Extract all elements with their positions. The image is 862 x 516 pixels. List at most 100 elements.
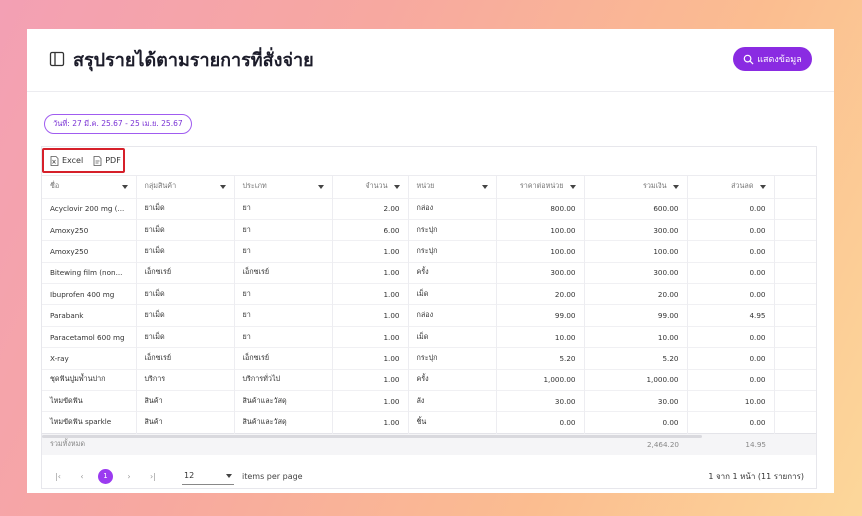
search-icon bbox=[743, 54, 754, 65]
table-cell: กระปุก bbox=[408, 347, 497, 370]
sort-caret-icon[interactable] bbox=[759, 184, 766, 189]
report-panel: สรุปรายได้ตามรายการที่สั่งจ่าย แสดงข้อมู… bbox=[27, 29, 834, 493]
table-row[interactable]: ชุดฟันปูมพ้ำนปาก บริการ บริการทั่วไป 1.00 คร… bbox=[42, 368, 816, 391]
sort-caret-icon[interactable] bbox=[219, 184, 226, 189]
table-cell: เอ็กซเรย์ bbox=[136, 261, 235, 284]
table-cell: 2.00 bbox=[332, 197, 409, 220]
sort-caret-icon[interactable] bbox=[672, 184, 679, 189]
table-cell-filler bbox=[774, 411, 816, 434]
page-button-current[interactable]: 1 bbox=[98, 468, 113, 484]
items-per-page-value: 12 bbox=[184, 471, 195, 480]
table-cell: 6.00 bbox=[332, 218, 409, 241]
table-cell: 1.00 bbox=[332, 240, 409, 263]
table-cell-filler bbox=[774, 218, 816, 241]
table-row[interactable]: Amoxy250 ยาเม็ด ยา 1.00 กระปุก 100.00 100.00 0.… bbox=[42, 240, 816, 263]
last-page-icon[interactable]: ›| bbox=[145, 472, 161, 481]
table-row[interactable]: Amoxy250 ยาเม็ด ยา 6.00 กระปุก 100.00 300.00 0.… bbox=[42, 218, 816, 241]
export-toolbar: Excel PDF bbox=[42, 148, 125, 173]
pagination-range-text: 1 จาก 1 หน้า (11 รายการ) bbox=[708, 471, 804, 481]
sort-caret-icon[interactable] bbox=[317, 184, 324, 189]
table-cell-filler bbox=[774, 283, 816, 305]
table-row[interactable]: Acyclovir 200 mg (... ยาเม็ด ยา 2.00 กล่อง 80… bbox=[42, 197, 816, 220]
page-title: สรุปรายได้ตามรายการที่สั่งจ่าย bbox=[73, 50, 314, 71]
chevron-down-icon bbox=[226, 473, 232, 478]
column-header-unit-price[interactable]: ราคาต่อหน่วย bbox=[496, 176, 585, 198]
table-cell: 100.00 bbox=[584, 240, 688, 263]
table-cell: 5.20 bbox=[496, 347, 585, 370]
column-header-discount[interactable]: ส่วนลด bbox=[687, 176, 775, 198]
table-cell: 1.00 bbox=[332, 411, 409, 434]
horizontal-scrollbar[interactable] bbox=[42, 435, 702, 438]
excel-file-icon bbox=[50, 155, 59, 166]
table-cell: สินค้าและวัสดุ bbox=[234, 390, 333, 412]
table-cell-filler bbox=[774, 325, 816, 348]
column-header-unit[interactable]: หน่วย bbox=[408, 176, 497, 198]
table-cell: บริการ bbox=[136, 368, 235, 391]
table-row[interactable]: Bitewing film (non... เอ็กซเรย์ เอ็กซเรย์ 1… bbox=[42, 261, 816, 284]
column-header-total[interactable]: รวมเงิน bbox=[584, 176, 688, 198]
date-range-chip[interactable]: วันที่: 27 มี.ค. 25.67 - 25 เม.ย. 25.67 bbox=[44, 114, 192, 134]
first-page-icon[interactable]: |‹ bbox=[50, 472, 66, 481]
table-cell: ชุดฟันปูมพ้ำนปาก bbox=[42, 368, 137, 391]
export-pdf-label: PDF bbox=[105, 156, 121, 165]
sort-caret-icon[interactable] bbox=[569, 184, 576, 189]
table-row[interactable]: ไหมขัดฟัน sparkle สินค้า สินค้าและวัสดุ 1.0… bbox=[42, 411, 816, 434]
sort-caret-icon[interactable] bbox=[121, 184, 128, 189]
table-cell: สินค้า bbox=[136, 411, 235, 434]
table-row[interactable]: X-ray เอ็กซเรย์ เอ็กซเรย์ 1.00 กระปุก 5.20 5.2… bbox=[42, 347, 816, 370]
table-cell: 300.00 bbox=[584, 218, 688, 241]
table-cell: เอ็กซเรย์ bbox=[234, 261, 333, 284]
table-cell: 0.00 bbox=[687, 240, 775, 263]
table-cell: กล่อง bbox=[408, 304, 497, 327]
column-header-name[interactable]: ชื่อ bbox=[42, 176, 137, 198]
column-header-filler bbox=[774, 176, 816, 198]
items-per-page-select[interactable]: 12 bbox=[182, 468, 234, 485]
table-cell: 0.00 bbox=[687, 325, 775, 348]
table-cell: ครั้ง bbox=[408, 261, 497, 284]
export-excel-label: Excel bbox=[62, 156, 84, 165]
sort-caret-icon[interactable] bbox=[393, 184, 400, 189]
column-header-quantity[interactable]: จำนวน bbox=[332, 176, 409, 198]
table-cell: 100.00 bbox=[496, 218, 585, 241]
table-cell: กล่อง bbox=[408, 197, 497, 220]
sidebar-toggle-icon[interactable] bbox=[49, 51, 65, 67]
show-data-button[interactable]: แสดงข้อมูล bbox=[733, 47, 812, 71]
report-table: ชื่อ กลุ่มสินค้า ประเภท จำนวน หน่วย ราคา… bbox=[42, 176, 816, 456]
table-cell: บริการทั่วไป bbox=[234, 368, 333, 391]
table-cell: Bitewing film (non... bbox=[42, 261, 137, 284]
table-cell: ไหมขัดฟัน bbox=[42, 390, 137, 412]
table-cell: ลัง bbox=[408, 390, 497, 412]
column-header-type[interactable]: ประเภท bbox=[234, 176, 333, 198]
next-page-icon[interactable]: › bbox=[121, 472, 137, 481]
pdf-file-icon bbox=[93, 155, 102, 166]
table-cell: ไหมขัดฟัน sparkle bbox=[42, 411, 137, 434]
table-cell: เอ็กซเรย์ bbox=[234, 347, 333, 370]
sort-caret-icon[interactable] bbox=[481, 184, 488, 189]
export-excel-button[interactable]: Excel bbox=[50, 155, 84, 166]
table-cell: 10.00 bbox=[584, 325, 688, 348]
table-row[interactable]: Ibuprofen 400 mg ยาเม็ด ยา 1.00 เม็ด 20.00 20.… bbox=[42, 283, 816, 305]
table-cell: 30.00 bbox=[496, 390, 585, 412]
table-cell: 0.00 bbox=[687, 283, 775, 305]
table-cell: ยาเม็ด bbox=[136, 325, 235, 348]
table-cell: 300.00 bbox=[584, 261, 688, 284]
table-cell: 0.00 bbox=[496, 411, 585, 434]
table-cell: 600.00 bbox=[584, 197, 688, 220]
table-cell: 99.00 bbox=[496, 304, 585, 327]
table-cell-filler bbox=[774, 368, 816, 391]
prev-page-icon[interactable]: ‹ bbox=[74, 472, 90, 481]
table-cell: Acyclovir 200 mg (... bbox=[42, 197, 137, 220]
table-cell: เม็ด bbox=[408, 283, 497, 305]
table-cell: กระปุก bbox=[408, 240, 497, 263]
table-row[interactable]: Paracetamol 600 mg ยาเม็ด ยา 1.00 เม็ด 10.00 1… bbox=[42, 325, 816, 348]
table-cell: 100.00 bbox=[496, 240, 585, 263]
export-pdf-button[interactable]: PDF bbox=[93, 155, 121, 166]
table-cell: เม็ด bbox=[408, 325, 497, 348]
items-per-page-label: items per page bbox=[242, 471, 303, 481]
show-data-label: แสดงข้อมูล bbox=[757, 55, 802, 65]
table-row[interactable]: ไหมขัดฟัน สินค้า สินค้าและวัสดุ 1.00 ลัง 30.0… bbox=[42, 390, 816, 412]
table-cell: ยา bbox=[234, 218, 333, 241]
table-cell: Paracetamol 600 mg bbox=[42, 325, 137, 348]
column-header-group[interactable]: กลุ่มสินค้า bbox=[136, 176, 235, 198]
table-row[interactable]: Parabank ยาเม็ด ยา 1.00 กล่อง 99.00 99.00 4.95 bbox=[42, 304, 816, 327]
